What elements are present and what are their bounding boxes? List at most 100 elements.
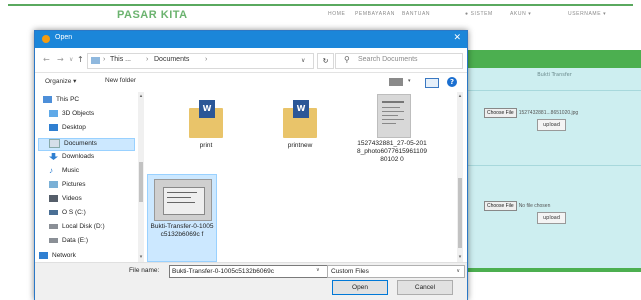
sidebar-item-label: Network bbox=[52, 252, 76, 260]
image-thumbnail bbox=[377, 94, 411, 138]
file-item-receipt-photo[interactable]: 1527432881_27-05-2018_photo6077615961109… bbox=[357, 92, 427, 192]
nav-home[interactable]: HOME bbox=[328, 11, 345, 17]
sidebar-item-drive-d[interactable]: Local Disk (D:) bbox=[49, 223, 105, 234]
scroll-up-icon[interactable]: ▴ bbox=[138, 93, 144, 99]
cancel-button[interactable]: Cancel bbox=[397, 280, 453, 295]
sidebar-item-videos[interactable]: Videos bbox=[49, 195, 82, 206]
panel-bottom-strip bbox=[468, 268, 641, 272]
sidebar-item-drive-c[interactable]: O S (C:) bbox=[49, 209, 86, 220]
address-bar[interactable]: › This ... › Documents › ∨ bbox=[87, 53, 314, 69]
nav-pembayaran[interactable]: PEMBAYARAN bbox=[355, 11, 395, 17]
breadcrumb-separator: › bbox=[146, 56, 149, 63]
file-name-value: Bukti-Transfer-0-1005c5132b6069c bbox=[172, 268, 275, 275]
drive-icon bbox=[49, 223, 58, 229]
network-icon bbox=[39, 252, 48, 259]
scroll-up-icon[interactable]: ▴ bbox=[457, 93, 463, 99]
navigation-pane: This PC 3D Objects Desktop Documents Dow… bbox=[35, 92, 145, 262]
pictures-icon bbox=[49, 181, 58, 188]
panel-header: Bukti Transfer bbox=[468, 68, 641, 91]
nav-sistem[interactable]: ● SISTEM bbox=[465, 11, 493, 17]
file-list: W print W printnew 1527432881_27-05-2018… bbox=[147, 92, 457, 262]
recent-chevron-icon[interactable]: ∨ bbox=[69, 56, 73, 63]
up-arrow-icon[interactable]: ↑ bbox=[77, 55, 84, 64]
dialog-title: Open bbox=[55, 34, 73, 41]
file-name-label: File name: bbox=[129, 267, 160, 274]
scroll-thumb[interactable] bbox=[458, 178, 462, 248]
sidebar-item-network[interactable]: Network bbox=[39, 252, 76, 261]
sidebar-item-label: Videos bbox=[62, 195, 82, 203]
chosen-file-text: 1527432881...8651020.jpg bbox=[518, 110, 579, 116]
help-icon[interactable]: ? bbox=[447, 77, 457, 87]
sidebar-item-documents[interactable]: Documents bbox=[49, 139, 97, 150]
file-chooser-row-2: Choose File No file chosen bbox=[484, 201, 550, 211]
sidebar-item-this-pc[interactable]: This PC bbox=[43, 96, 79, 107]
breadcrumb-separator: › bbox=[205, 56, 208, 63]
breadcrumb-documents[interactable]: Documents bbox=[154, 56, 189, 63]
forward-arrow-icon[interactable]: → bbox=[57, 55, 64, 64]
file-item-print[interactable]: W print bbox=[177, 94, 235, 164]
sidebar-item-music[interactable]: ♪ Music bbox=[49, 167, 79, 178]
videos-icon bbox=[49, 195, 58, 202]
sidebar-item-pictures[interactable]: Pictures bbox=[49, 181, 85, 192]
panel-header-label: Bukti Transfer bbox=[537, 72, 572, 78]
upload-button[interactable]: upload bbox=[537, 119, 567, 131]
file-type-filter[interactable]: Custom Files ∨ bbox=[327, 265, 465, 278]
new-folder-button[interactable]: New folder bbox=[105, 77, 136, 84]
site-brand[interactable]: PASAR KITA bbox=[117, 9, 188, 21]
file-name: 1527432881_27-05-2018_photo6077615961109… bbox=[357, 140, 428, 163]
choose-file-button[interactable]: Choose File bbox=[484, 108, 517, 118]
drive-icon bbox=[49, 209, 58, 215]
file-list-scrollbar[interactable]: ▴ ▾ bbox=[457, 92, 463, 262]
navigation-scrollbar[interactable]: ▴ ▾ bbox=[138, 92, 144, 262]
nav-akun[interactable]: AKUN ▾ bbox=[510, 11, 531, 17]
file-name-dropdown-icon[interactable]: ∨ bbox=[316, 267, 320, 273]
sidebar-item-label: Pictures bbox=[62, 181, 86, 189]
drive-icon bbox=[49, 237, 58, 243]
sidebar-item-label: Music bbox=[62, 167, 79, 175]
scroll-down-icon[interactable]: ▾ bbox=[138, 254, 144, 260]
row-separator bbox=[468, 165, 641, 166]
open-button[interactable]: Open bbox=[332, 280, 388, 295]
file-name: Bukti-Transfer-0-1005c5132b6069c f bbox=[150, 223, 214, 238]
refresh-icon[interactable]: ↻ bbox=[317, 53, 334, 69]
scroll-down-icon[interactable]: ▾ bbox=[457, 254, 463, 260]
upload-button[interactable]: upload bbox=[537, 212, 567, 224]
nav-username[interactable]: USERNAME ▾ bbox=[568, 11, 606, 17]
pc-icon bbox=[43, 96, 52, 103]
preview-pane-icon[interactable] bbox=[425, 78, 439, 88]
sidebar-item-drive-e[interactable]: Data (E:) bbox=[49, 237, 88, 248]
breadcrumb-this-pc[interactable]: This ... bbox=[110, 56, 131, 63]
word-document-icon: W bbox=[199, 100, 215, 118]
sidebar-item-label: 3D Objects bbox=[62, 110, 95, 118]
view-dropdown-icon[interactable]: ▾ bbox=[408, 78, 411, 84]
view-options-icon[interactable] bbox=[389, 78, 403, 86]
address-dropdown-icon[interactable]: ∨ bbox=[301, 57, 305, 64]
sidebar-item-3d-objects[interactable]: 3D Objects bbox=[49, 110, 94, 121]
upload-panel bbox=[468, 68, 641, 268]
sidebar-item-desktop[interactable]: Desktop bbox=[49, 124, 86, 135]
chrome-app-icon bbox=[42, 35, 50, 43]
sidebar-item-label: This PC bbox=[56, 96, 80, 104]
organize-menu[interactable]: Organize ▾ bbox=[45, 77, 76, 85]
file-name-input[interactable]: Bukti-Transfer-0-1005c5132b6069c bbox=[169, 265, 328, 278]
file-name: printnew bbox=[287, 142, 313, 149]
file-name: print bbox=[199, 142, 213, 149]
close-icon[interactable]: ✕ bbox=[453, 33, 461, 43]
dialog-toolbar: Organize ▾ New folder ▾ ? bbox=[35, 72, 467, 92]
file-item-bukti-transfer[interactable]: Bukti-Transfer-0-1005c5132b6069c f bbox=[147, 174, 217, 262]
back-arrow-icon[interactable]: ← bbox=[43, 55, 50, 64]
search-icon: ⚲ bbox=[344, 55, 350, 64]
page-top-line bbox=[8, 4, 633, 6]
choose-file-button[interactable]: Choose File bbox=[484, 201, 517, 211]
scroll-thumb[interactable] bbox=[139, 162, 143, 202]
search-input[interactable]: ⚲ Search Documents bbox=[335, 53, 463, 69]
sidebar-item-label: Local Disk (D:) bbox=[62, 223, 105, 230]
filter-dropdown-icon: ∨ bbox=[456, 268, 460, 274]
file-type-filter-value: Custom Files bbox=[331, 268, 369, 275]
file-item-printnew[interactable]: W printnew bbox=[271, 94, 329, 164]
dialog-titlebar[interactable]: Open ✕ bbox=[35, 31, 467, 48]
sidebar-item-downloads[interactable]: Downloads bbox=[49, 153, 94, 164]
word-document-icon: W bbox=[293, 100, 309, 118]
nav-bantuan[interactable]: BANTUAN bbox=[402, 11, 430, 17]
open-file-dialog: Open ✕ ← → ∨ ↑ › This ... › Documents › … bbox=[34, 30, 468, 300]
